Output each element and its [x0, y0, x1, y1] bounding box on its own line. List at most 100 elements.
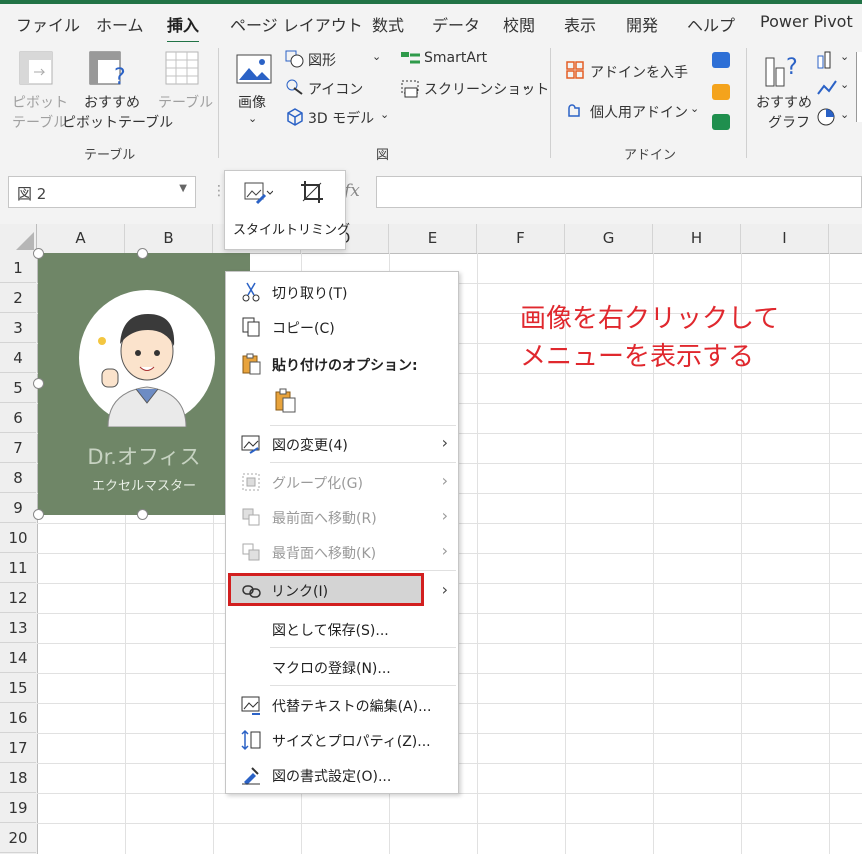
resize-handle[interactable]: [33, 248, 44, 259]
column-header-g[interactable]: G: [565, 224, 653, 253]
column-header-a[interactable]: A: [37, 224, 125, 253]
tab-help[interactable]: ヘルプ: [687, 12, 735, 36]
row-header[interactable]: 19: [0, 793, 36, 823]
smartart-label: SmartArt: [424, 50, 488, 66]
row-header[interactable]: 7: [0, 433, 36, 463]
column-header-i[interactable]: I: [741, 224, 829, 253]
tab-home[interactable]: ホーム: [96, 12, 144, 36]
bar-chart-icon[interactable]: [816, 50, 838, 70]
tab-view[interactable]: 表示: [564, 12, 596, 36]
bing-icon[interactable]: [712, 84, 730, 100]
menu-separator: [270, 462, 456, 463]
row-header[interactable]: 13: [0, 613, 36, 643]
menu-item-cut[interactable]: 切り取り(T): [226, 275, 458, 309]
row-header[interactable]: 17: [0, 733, 36, 763]
resize-handle[interactable]: [33, 509, 44, 520]
tab-page-layout[interactable]: ページ レイアウト: [230, 12, 363, 36]
pivot-table-icon: [19, 51, 53, 85]
row-header[interactable]: 3: [0, 313, 36, 343]
row-header[interactable]: 12: [0, 583, 36, 613]
row-header[interactable]: 16: [0, 703, 36, 733]
row-header[interactable]: 10: [0, 523, 36, 553]
menu-separator: [270, 425, 456, 426]
menu-item-change-picture[interactable]: 図の変更(4) ›: [226, 427, 458, 461]
row-header[interactable]: 8: [0, 463, 36, 493]
selected-picture[interactable]: Dr.オフィス エクセルマスター: [38, 253, 250, 515]
row-header[interactable]: 14: [0, 643, 36, 673]
pivot-table-label-1: ピボット: [12, 95, 68, 111]
row-header[interactable]: 20: [0, 823, 36, 853]
row-header[interactable]: 15: [0, 673, 36, 703]
people-graph-icon[interactable]: [712, 114, 730, 130]
chevron-down-icon[interactable]: ▼: [179, 183, 187, 194]
menu-label: 図として保存(S)...: [272, 623, 389, 639]
row-header[interactable]: 11: [0, 553, 36, 583]
tab-insert[interactable]: 挿入: [167, 12, 200, 44]
group-separator: [550, 48, 551, 158]
picture-icon: [236, 54, 272, 84]
recommended-chart-icon: ?: [765, 55, 798, 87]
menu-item-size-properties[interactable]: サイズとプロパティ(Z)...: [226, 723, 458, 757]
menu-item-edit-alt-text[interactable]: 代替テキストの編集(A)...: [226, 688, 458, 722]
annotation-line-1: 画像を右クリックして: [520, 304, 780, 334]
group-label-addins: アドイン: [624, 148, 677, 163]
menu-item-format-picture[interactable]: 図の書式設定(O)...: [226, 758, 458, 792]
3d-model-label: 3D モデル: [308, 111, 375, 127]
visio-icon[interactable]: [712, 52, 730, 68]
tab-review[interactable]: 校閲: [503, 12, 535, 36]
svg-text:?: ?: [786, 55, 798, 80]
tab-power-pivot[interactable]: Power Pivot: [760, 12, 853, 31]
ribbon-tabs: ファイル ホーム 挿入 ページ レイアウト 数式 データ 校閲 表示 開発 ヘル…: [0, 4, 862, 44]
column-header-e[interactable]: E: [389, 224, 477, 253]
name-box[interactable]: 図 2 ▼: [8, 176, 196, 208]
tab-data[interactable]: データ: [432, 12, 480, 36]
recommended-charts-label-1: おすすめ: [756, 95, 812, 111]
menu-item-send-to-back[interactable]: 最背面へ移動(K) ›: [226, 535, 458, 569]
fx-icon: fx: [344, 181, 360, 201]
menu-item-bring-to-front[interactable]: 最前面へ移動(R) ›: [226, 500, 458, 534]
row-header[interactable]: 6: [0, 403, 36, 433]
menu-item-save-as-picture[interactable]: 図として保存(S)...: [226, 612, 458, 646]
chevron-down-icon: ⌄: [840, 50, 850, 63]
context-menu: 切り取り(T) コピー(C) 貼り付けのオプション: 図の変更(4) › グルー…: [225, 271, 459, 794]
resize-handle[interactable]: [137, 248, 148, 259]
chevron-down-icon: ⌄: [840, 78, 850, 91]
menu-label: コピー(C): [272, 321, 335, 337]
group-separator: [746, 48, 747, 158]
pivot-table-label-2: テーブル: [12, 115, 68, 131]
row-header[interactable]: 2: [0, 283, 36, 313]
menu-label: リンク(I): [271, 584, 329, 600]
image-label: 画像: [238, 95, 266, 111]
menu-item-paste-options: 貼り付けのオプション:: [226, 347, 458, 381]
tab-formulas[interactable]: 数式: [372, 12, 404, 36]
column-header-f[interactable]: F: [477, 224, 565, 253]
crop-button[interactable]: トリミング: [285, 171, 350, 247]
row-headers: 1 2 3 4 5 6 7 8 9 10 11 12 13 14 15 16 1…: [0, 253, 38, 854]
menu-item-assign-macro[interactable]: マクロの登録(N)...: [226, 650, 458, 684]
menu-label: サイズとプロパティ(Z)...: [272, 734, 431, 750]
resize-handle[interactable]: [137, 509, 148, 520]
row-header[interactable]: 9: [0, 493, 36, 523]
row-header[interactable]: 4: [0, 343, 36, 373]
menu-label: 代替テキストの編集(A)...: [272, 699, 432, 715]
style-label: スタイル: [233, 223, 286, 238]
formula-input[interactable]: [376, 176, 862, 208]
menu-item-copy[interactable]: コピー(C): [226, 310, 458, 344]
pie-chart-icon[interactable]: [816, 106, 838, 128]
menu-item-group[interactable]: グループ化(G) ›: [226, 465, 458, 499]
tab-file[interactable]: ファイル: [16, 12, 80, 36]
row-header[interactable]: 5: [0, 373, 36, 403]
style-button[interactable]: スタイル: [231, 171, 285, 247]
column-header-h[interactable]: H: [653, 224, 741, 253]
resize-handle[interactable]: [33, 378, 44, 389]
paste-picture-icon[interactable]: [272, 388, 298, 414]
highlighted-menu-item-link[interactable]: リンク(I): [228, 573, 424, 606]
line-chart-icon[interactable]: [816, 78, 838, 98]
picture-subtitle-text: エクセルマスター: [91, 479, 196, 494]
copy-icon: [242, 317, 260, 337]
select-all-button[interactable]: [0, 224, 37, 253]
tab-developer[interactable]: 開発: [626, 12, 658, 36]
row-header[interactable]: 1: [0, 253, 36, 283]
row-header[interactable]: 18: [0, 763, 36, 793]
menu-label: マクロの登録(N)...: [272, 661, 391, 677]
